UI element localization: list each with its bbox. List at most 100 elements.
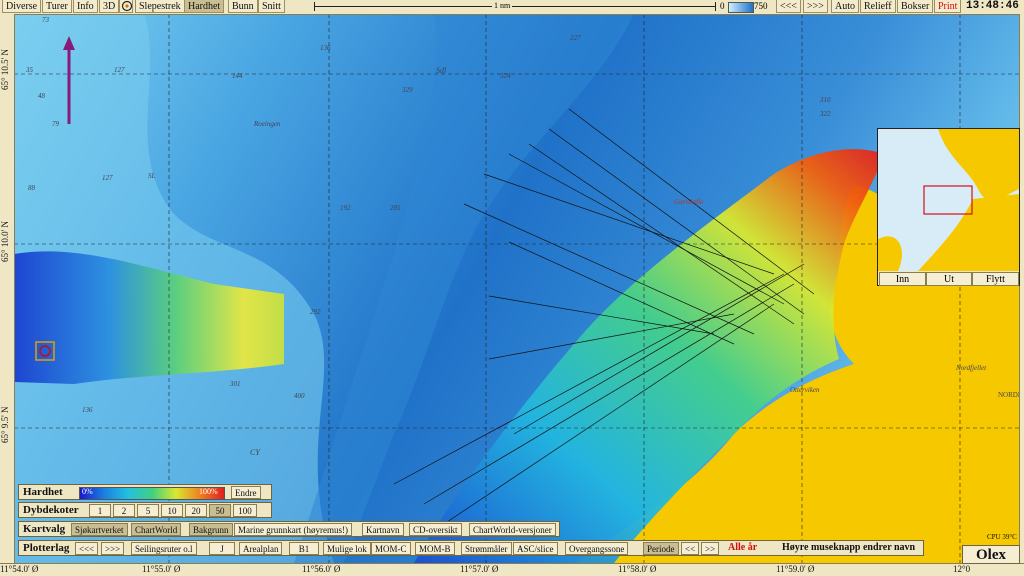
- depth-label: 136: [82, 406, 93, 414]
- kartvalg-panel: Kartvalg Sjøkartverket ChartWorld Bakgru…: [18, 521, 560, 537]
- periode-button[interactable]: Periode: [643, 542, 679, 555]
- contour-100-button[interactable]: 100: [233, 504, 257, 517]
- chart-versions-button[interactable]: ChartWorld-versjoner: [469, 523, 556, 536]
- depth-label: 127: [102, 174, 113, 182]
- layer-overgangssone[interactable]: Overgangssone: [565, 542, 629, 555]
- chart-map[interactable]: Roeingen SL Sdl CY Otterviken Nordfjelle…: [14, 14, 1020, 563]
- depth-max: 750: [754, 1, 768, 11]
- label-gurviksflo: Gurviksflo: [674, 198, 704, 206]
- hardhet-label: Hardhet: [23, 486, 63, 498]
- label-nordp: NORDP: [998, 391, 1020, 399]
- menu-hardhet[interactable]: Hardhet: [184, 0, 225, 13]
- layer-mom-b[interactable]: MOM-B: [415, 542, 455, 555]
- hardhet-panel: Hardhet 0% 100% Endre: [18, 484, 272, 500]
- contour-2-button[interactable]: 2: [113, 504, 135, 517]
- dybdekoter-label: Dybdekoter: [23, 504, 79, 516]
- chart-kartnavn-button[interactable]: Kartnavn: [362, 523, 404, 536]
- menu-diverse[interactable]: Diverse: [2, 0, 42, 13]
- hardhet-edit-button[interactable]: Endre: [231, 486, 261, 499]
- all-years-label: Alle år: [728, 542, 758, 553]
- layer-seilingsruter[interactable]: Seilingsruter o.l: [131, 542, 197, 555]
- layer-arealplan[interactable]: Arealplan: [239, 542, 283, 555]
- depth-label: 79: [52, 120, 59, 128]
- lon-label: 11°57.0' Ø: [460, 564, 499, 574]
- overview-map[interactable]: Inn Ut Flytt: [877, 128, 1020, 286]
- target-toggle-icon[interactable]: [119, 0, 133, 13]
- layer-next-button[interactable]: >>>: [101, 542, 125, 555]
- depth-label: 324: [500, 72, 511, 80]
- depth-label: 400: [294, 392, 305, 400]
- depth-label: 136: [320, 44, 331, 52]
- zoom-in-button[interactable]: Inn: [879, 272, 926, 286]
- lon-label: 12°0: [953, 564, 971, 574]
- label-otterviken: Otterviken: [790, 386, 820, 394]
- auto-button[interactable]: Auto: [831, 0, 859, 13]
- clock: 13:48:46: [966, 0, 1019, 12]
- chart-marine-button[interactable]: Marine grunnkart (høyremus!): [234, 523, 352, 536]
- depth-label: 292: [310, 308, 321, 316]
- depth-label: 144: [232, 72, 243, 80]
- menu-info[interactable]: Info: [73, 0, 98, 13]
- contour-50-button[interactable]: 50: [209, 504, 231, 517]
- rename-hint: Høyre museknapp endrer navn: [782, 542, 916, 553]
- menu-snitt[interactable]: Snitt: [258, 0, 285, 13]
- depth-label: 73: [42, 16, 49, 24]
- lat-label: 65° 9.5' N: [0, 406, 10, 444]
- kartvalg-label: Kartvalg: [23, 523, 66, 535]
- menu-3d[interactable]: 3D: [99, 0, 120, 13]
- layer-mom-c[interactable]: MOM-C: [371, 542, 411, 555]
- depth-scale[interactable]: [728, 2, 754, 13]
- depth-label: 329: [402, 86, 413, 94]
- lon-label: 11°58.0' Ø: [618, 564, 657, 574]
- cpu-temp: CPU 39°C: [987, 533, 1017, 541]
- lon-label: 11°54.0' Ø: [0, 564, 39, 574]
- relief-button[interactable]: Relieff: [860, 0, 896, 13]
- hardness-max: 100%: [199, 487, 218, 496]
- nav-right-button[interactable]: >>>: [803, 0, 828, 13]
- contour-1-button[interactable]: 1: [89, 504, 111, 517]
- label-sdl: Sdl: [436, 66, 447, 75]
- hardness-min: 0%: [82, 487, 93, 496]
- zoom-out-button[interactable]: Ut: [926, 272, 972, 286]
- menu-turer[interactable]: Turer: [42, 0, 72, 13]
- layer-strommaler[interactable]: Strømmåler: [461, 542, 512, 555]
- contour-20-button[interactable]: 20: [185, 504, 207, 517]
- layer-prev-button[interactable]: <<<: [75, 542, 99, 555]
- lat-label: 65° 10.0' N: [0, 221, 10, 263]
- bokser-button[interactable]: Bokser: [897, 0, 934, 13]
- depth-label: 192: [340, 204, 351, 212]
- overview-canvas[interactable]: [878, 129, 1019, 271]
- olex-logo: Olex: [962, 545, 1020, 564]
- layer-mulige-lok[interactable]: Mulige lok: [323, 542, 371, 555]
- print-button[interactable]: Print: [934, 0, 962, 13]
- chart-canvas[interactable]: [14, 14, 1020, 563]
- contour-5-button[interactable]: 5: [137, 504, 159, 517]
- layer-b1[interactable]: B1: [289, 542, 319, 555]
- depth-label: 301: [230, 380, 241, 388]
- nav-left-button[interactable]: <<<: [776, 0, 801, 13]
- layer-j[interactable]: J: [209, 542, 235, 555]
- plotterlag-panel: Plotterlag <<< >>> Seilingsruter o.l J A…: [18, 540, 924, 556]
- label-sl: SL: [148, 172, 156, 180]
- period-next-button[interactable]: >>: [701, 542, 720, 555]
- chart-cd-oversikt-button[interactable]: CD-oversikt: [409, 523, 462, 536]
- dybdekoter-panel: Dybdekoter 1 2 5 10 20 50 100: [18, 502, 272, 518]
- depth-min: 0: [720, 1, 725, 11]
- chart-sjokartverket-button[interactable]: Sjøkartverket: [71, 523, 128, 536]
- depth-label: 127: [114, 66, 125, 74]
- scale-bar-tick: [314, 2, 315, 11]
- depth-label: 227: [570, 34, 581, 42]
- chart-bakgrunn-button[interactable]: Bakgrunn: [189, 523, 233, 536]
- menu-slepestrek[interactable]: Slepestrek: [135, 0, 185, 13]
- move-button[interactable]: Flytt: [972, 272, 1019, 286]
- period-prev-button[interactable]: <<: [681, 542, 700, 555]
- menu-bunn[interactable]: Bunn: [228, 0, 258, 13]
- layer-asc-slice[interactable]: ASC/slice: [513, 542, 558, 555]
- top-toolbar: Diverse Turer Info 3D Slepestrek Hardhet…: [0, 0, 1024, 15]
- scale-bar: [314, 6, 716, 7]
- depth-label: 88: [28, 184, 35, 192]
- chart-chartworld-button[interactable]: ChartWorld: [131, 523, 182, 536]
- lon-label: 11°56.0' Ø: [302, 564, 341, 574]
- depth-label: 285: [390, 204, 401, 212]
- contour-10-button[interactable]: 10: [161, 504, 183, 517]
